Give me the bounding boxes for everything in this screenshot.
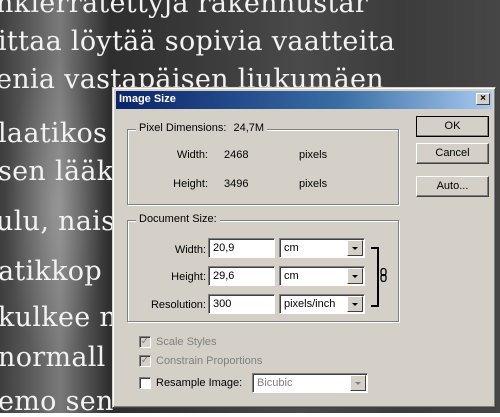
- background-text-line: ulu, nais: [0, 206, 116, 237]
- doc-height-unit-value: cm: [284, 270, 299, 282]
- resolution-input[interactable]: 300: [208, 294, 275, 314]
- resample-image-checkbox[interactable]: [139, 377, 151, 389]
- pixel-height-unit: pixels: [299, 178, 328, 190]
- doc-width-input[interactable]: 20,9: [208, 238, 275, 258]
- ok-button[interactable]: OK: [416, 116, 489, 137]
- scale-styles-label: Scale Styles: [156, 336, 217, 348]
- pixel-width-label: Width:: [176, 149, 208, 161]
- doc-height-unit-select[interactable]: cm: [279, 266, 365, 286]
- pixel-dimensions-legend: Pixel Dimensions:: [139, 122, 227, 134]
- pixel-width-unit: pixels: [299, 149, 328, 161]
- doc-height-label: Height:: [171, 271, 206, 283]
- background-text-line: nkierratettyja rakennustar: [0, 0, 369, 19]
- close-icon: ×: [480, 93, 486, 104]
- background-text-line: kulkee n: [0, 302, 118, 333]
- document-size-legend: Document Size:: [136, 213, 220, 225]
- constrain-proportions-label: Constrain Proportions: [156, 355, 263, 367]
- constrain-bracket: [371, 247, 379, 307]
- doc-width-unit-select[interactable]: cm: [279, 238, 365, 258]
- resample-image-label: Resample Image:: [156, 377, 243, 389]
- doc-height-input[interactable]: 29,6: [208, 266, 275, 286]
- auto-button[interactable]: Auto...: [416, 176, 489, 197]
- pixel-height-value: 3496: [224, 178, 249, 190]
- pixel-height-label: Height:: [173, 178, 208, 190]
- cancel-button[interactable]: Cancel: [416, 143, 489, 164]
- background-text-line: sen lääk: [0, 156, 114, 187]
- document-size-group: Document Size: Width: 20,9 cm Height: 29…: [127, 213, 399, 322]
- dialog-title: Image Size: [119, 93, 176, 105]
- background-text-line: emo sen: [0, 386, 114, 417]
- chevron-down-icon[interactable]: [347, 240, 363, 256]
- close-button[interactable]: ×: [476, 93, 490, 105]
- dialog-titlebar[interactable]: Image Size ×: [116, 91, 492, 109]
- doc-width-label: Width:: [174, 244, 206, 256]
- chevron-down-icon[interactable]: [347, 268, 363, 284]
- resolution-label: Resolution:: [150, 299, 206, 311]
- constrain-proportions-checkbox[interactable]: ✓: [139, 355, 151, 367]
- background-text-line: ittaa löytää sopivia vaatteita: [0, 26, 396, 57]
- background-text-line: normall: [0, 342, 106, 373]
- background-text-line: atikkop: [0, 256, 102, 287]
- resolution-unit-select[interactable]: pixels/inch: [279, 294, 365, 314]
- pixel-dimensions-group: Pixel Dimensions: 24,7M Width: 2468 pixe…: [127, 122, 399, 205]
- resolution-unit-value: pixels/inch: [284, 298, 336, 310]
- chain-link-icon: [380, 268, 387, 282]
- background-text-line: laatikos: [0, 118, 108, 149]
- scale-styles-checkbox[interactable]: ✓: [139, 336, 151, 348]
- resample-method-select[interactable]: Bicubic: [252, 373, 368, 393]
- pixel-dimensions-size: 24,7M: [233, 122, 265, 134]
- doc-width-unit-value: cm: [284, 242, 299, 254]
- pixel-width-value: 2468: [224, 149, 249, 161]
- image-size-dialog: Image Size × Pixel Dimensions: 24,7M Wid…: [112, 87, 496, 408]
- chevron-down-icon[interactable]: [350, 375, 366, 391]
- resample-method-value: Bicubic: [257, 377, 293, 389]
- chevron-down-icon[interactable]: [347, 296, 363, 312]
